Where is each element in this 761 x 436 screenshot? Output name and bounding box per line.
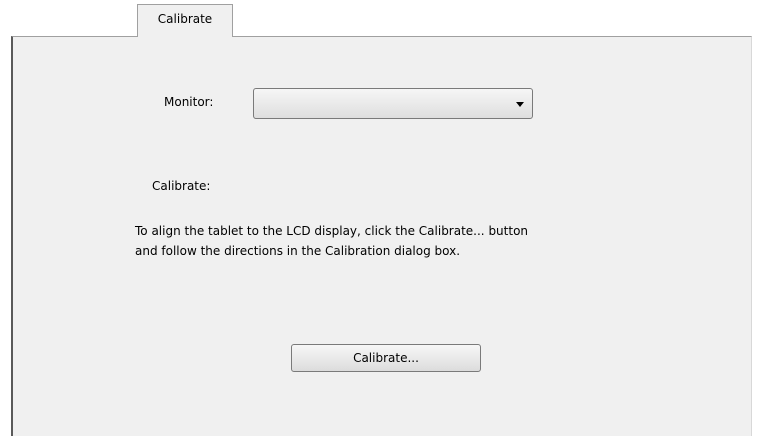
monitor-label: Monitor: — [164, 95, 214, 109]
monitor-dropdown[interactable] — [253, 88, 533, 119]
calibrate-description-line-1: To align the tablet to the LCD display, … — [135, 224, 529, 238]
tab-calibrate-label: Calibrate — [157, 12, 213, 26]
calibrate-button[interactable]: Calibrate... — [291, 344, 481, 372]
calibrate-description-line-2: and follow the directions in the Calibra… — [135, 244, 461, 258]
tab-calibrate[interactable]: Calibrate — [137, 4, 233, 37]
calibrate-description: To align the tablet to the LCD display, … — [135, 221, 655, 261]
chevron-down-icon — [516, 102, 524, 107]
calibrate-label: Calibrate: — [152, 179, 211, 193]
